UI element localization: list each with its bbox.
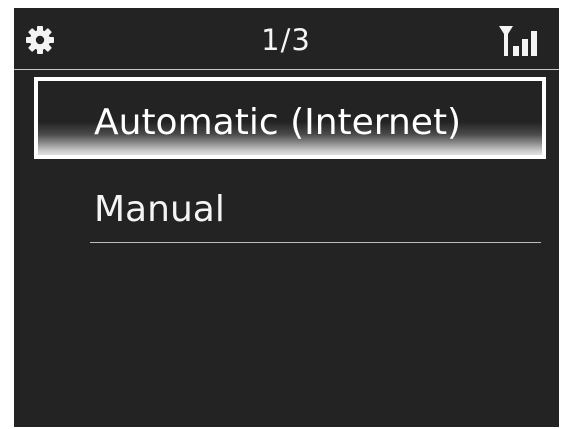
header-divider (14, 69, 559, 70)
menu-item-divider (90, 242, 541, 243)
page-indicator: 1/3 (261, 23, 311, 57)
device-screen: 1/3 Automatic (Internet) Manual (14, 8, 559, 427)
gear-icon (26, 26, 54, 54)
status-bar: 1/3 (14, 8, 559, 69)
menu-item-automatic-internet[interactable]: Automatic (Internet) (34, 77, 546, 159)
menu-item-manual[interactable]: Manual (34, 184, 546, 244)
menu-item-label: Manual (94, 189, 225, 230)
signal-strength-icon (499, 26, 537, 56)
menu-item-label: Automatic (Internet) (94, 102, 462, 143)
